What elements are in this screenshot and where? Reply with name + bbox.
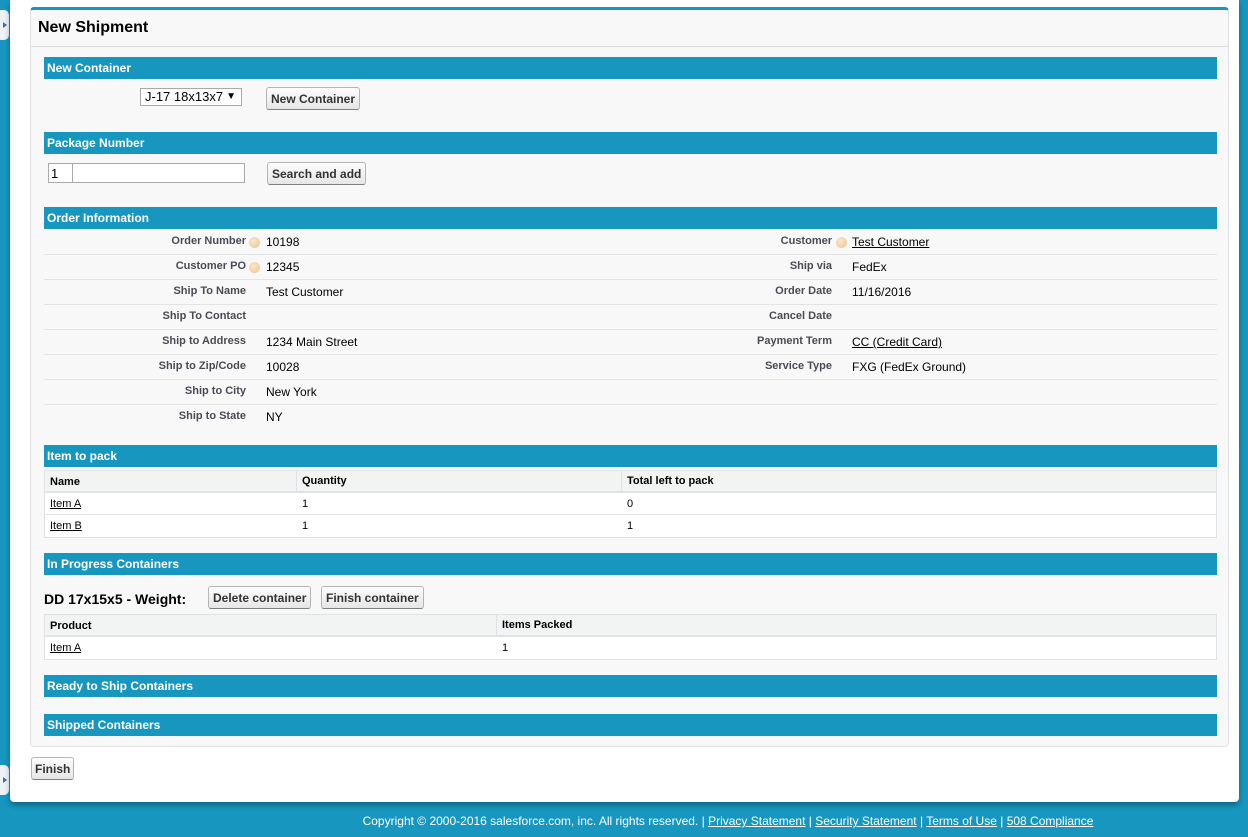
in-progress-table: Product Items Packed Item A 1 [44, 614, 1217, 660]
help-icon[interactable] [249, 237, 260, 248]
detail-row: Ship to City New York [44, 380, 1217, 405]
ship-to-zip-value: 10028 [266, 360, 300, 374]
section-shipped-containers: Shipped Containers [44, 714, 1217, 736]
field-label: Order Number [171, 235, 246, 247]
section-item-to-pack: Item to pack [44, 445, 1217, 467]
page-title: New Shipment [38, 19, 149, 36]
security-statement-link[interactable]: Security Statement [815, 814, 916, 828]
field-label: Payment Term [757, 335, 832, 347]
field-label: Ship to State [178, 410, 246, 422]
dropdown-arrow-icon: ▼ [226, 91, 236, 102]
product-link[interactable]: Item A [50, 642, 81, 654]
section-order-information: Order Information [44, 207, 1217, 229]
quantity-cell: 1 [302, 498, 309, 510]
copyright-text: Copyright © 2000-2016 salesforce.com, in… [362, 814, 705, 828]
item-link[interactable]: Item B [50, 520, 82, 532]
quantity-cell: 1 [302, 520, 309, 532]
field-label: Customer PO [175, 260, 246, 272]
terms-of-use-link[interactable]: Terms of Use [926, 814, 997, 828]
detail-row: Ship to State NY [44, 405, 1217, 430]
container-type-value: J-17 18x13x7 [145, 89, 224, 104]
detail-row: Order Number 10198 Customer Test Custome… [44, 230, 1217, 255]
item-link[interactable]: Item A [50, 498, 81, 510]
ship-to-city-value: New York [266, 385, 317, 399]
column-header-left: Total left to pack [621, 471, 714, 493]
section-new-container: New Container [44, 57, 1217, 79]
field-label: Ship To Name [173, 285, 246, 297]
new-shipment-panel: New Shipment New Container J-17 18x13x7 … [30, 7, 1229, 747]
expand-arrow-icon [2, 22, 7, 28]
privacy-statement-link[interactable]: Privacy Statement [708, 814, 805, 828]
new-container-button[interactable]: New Container [266, 87, 361, 110]
panel-header: New Shipment [31, 10, 1228, 47]
field-label: Ship to Zip/Code [158, 360, 246, 372]
package-prefix-input[interactable] [48, 163, 73, 183]
table-header: Product Items Packed [45, 615, 1216, 637]
column-header-items-packed: Items Packed [496, 615, 572, 637]
finish-button[interactable]: Finish [31, 757, 75, 780]
detail-row: Ship To Contact Cancel Date [44, 305, 1217, 330]
left-to-pack-cell: 1 [627, 520, 634, 532]
field-label: Order Date [775, 285, 832, 297]
container-title: DD 17x15x5 - Weight: [44, 591, 187, 607]
ship-to-state-value: NY [266, 410, 283, 424]
table-header: Name Quantity Total left to pack [45, 471, 1216, 493]
table-row: Item B 1 1 [45, 515, 1216, 537]
field-label: Customer [780, 235, 832, 247]
field-label: Cancel Date [769, 310, 832, 322]
help-icon[interactable] [836, 237, 847, 248]
field-label: Ship to Address [162, 335, 246, 347]
table-row: Item A 1 0 [45, 493, 1216, 515]
detail-row: Ship to Address 1234 Main Street Payment… [44, 330, 1217, 355]
package-number-input[interactable] [72, 163, 245, 183]
delete-container-button[interactable]: Delete container [208, 586, 312, 609]
section-ready-to-ship: Ready to Ship Containers [44, 675, 1217, 697]
footer: Copyright © 2000-2016 salesforce.com, in… [362, 814, 1094, 828]
field-label: Ship to City [184, 385, 246, 397]
detail-row: Ship To Name Test Customer Order Date 11… [44, 280, 1217, 305]
sidebar-toggle-bottom[interactable] [0, 765, 9, 795]
column-header-quantity: Quantity [296, 471, 347, 493]
detail-row: Ship to Zip/Code 10028 Service Type FXG … [44, 355, 1217, 380]
container-type-select[interactable]: J-17 18x13x7 ▼ [140, 88, 242, 106]
order-date-value: 11/16/2016 [852, 285, 912, 299]
items-packed-cell: 1 [502, 642, 509, 654]
order-number-value: 10198 [266, 235, 300, 249]
field-label: Ship via [789, 260, 832, 272]
page-body: New Shipment New Container J-17 18x13x7 … [10, 0, 1239, 802]
sidebar-toggle-top[interactable] [0, 10, 9, 40]
left-to-pack-cell: 0 [627, 498, 634, 510]
ship-to-address-value: 1234 Main Street [266, 335, 358, 349]
customer-po-value: 12345 [266, 260, 300, 274]
section-package-number: Package Number [44, 132, 1217, 154]
ship-to-name-value: Test Customer [266, 285, 344, 299]
customer-link[interactable]: Test Customer [852, 235, 929, 249]
finish-container-button[interactable]: Finish container [321, 586, 424, 609]
service-type-value: FXG (FedEx Ground) [852, 360, 967, 374]
expand-arrow-icon [2, 777, 7, 783]
column-header-name: Name [50, 476, 80, 488]
508-compliance-link[interactable]: 508 Compliance [1007, 814, 1094, 828]
detail-row: Customer PO 12345 Ship via FedEx [44, 255, 1217, 280]
payment-term-link[interactable]: CC (Credit Card) [852, 335, 942, 349]
field-label: Ship To Contact [162, 310, 246, 322]
items-to-pack-table: Name Quantity Total left to pack Item A … [44, 470, 1217, 538]
table-row: Item A 1 [45, 637, 1216, 659]
help-icon[interactable] [249, 262, 260, 273]
field-label: Service Type [764, 360, 832, 372]
column-header-product: Product [50, 620, 92, 632]
search-and-add-button[interactable]: Search and add [267, 162, 367, 185]
section-in-progress-containers: In Progress Containers [44, 553, 1217, 575]
ship-via-value: FedEx [852, 260, 887, 274]
